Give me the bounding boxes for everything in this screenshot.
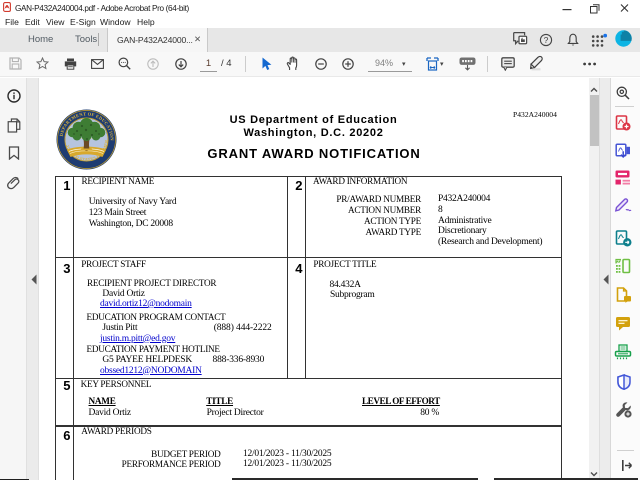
svg-text:?: ? [544, 35, 549, 45]
